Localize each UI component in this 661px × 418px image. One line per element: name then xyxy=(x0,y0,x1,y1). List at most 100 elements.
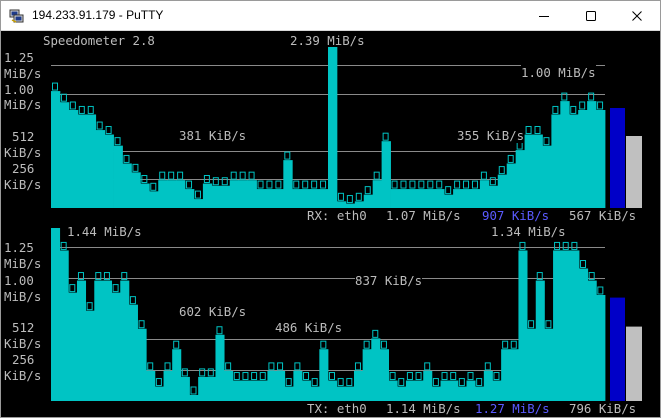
tx-current-rate: 1.14 MiB/s xyxy=(386,401,461,416)
rx-bar xyxy=(247,180,257,208)
tx-bar xyxy=(570,250,580,401)
rx-peak-marker xyxy=(373,171,380,180)
tx-peak-marker xyxy=(329,372,335,381)
tx-peak-marker xyxy=(571,241,578,250)
rx-bar xyxy=(310,189,320,208)
rx-peak-marker xyxy=(409,180,416,189)
tx-bar xyxy=(405,380,415,401)
rx-bar xyxy=(408,189,418,208)
tx-peak-marker xyxy=(199,368,206,377)
rx-scale-1-value: 1.25 xyxy=(4,50,34,65)
rx-peak-marker xyxy=(284,151,291,160)
tx-peak-marker xyxy=(554,241,561,250)
tx-peak-marker xyxy=(493,372,500,381)
putty-icon[interactable] xyxy=(9,8,25,24)
tx-peak-marker xyxy=(406,372,413,381)
tx-bar xyxy=(102,280,112,401)
title-bar[interactable]: 194.233.91.179 - PuTTY xyxy=(1,1,660,31)
tx-scale-1-value: 1.25 xyxy=(4,240,34,255)
tx-status-label: TX: eth0 xyxy=(307,401,367,416)
rx-peak-marker xyxy=(186,180,193,189)
rx-peak-marker xyxy=(346,195,353,204)
tx-annotation-center: 486 KiB/s xyxy=(275,320,343,335)
tx-bar xyxy=(198,376,208,401)
tx-bar xyxy=(215,334,225,401)
tx-bar xyxy=(544,328,554,401)
rx-bar xyxy=(515,150,525,208)
rx-bar xyxy=(211,185,222,208)
tx-peak-marker xyxy=(164,362,171,371)
rx-scale-3-value: 512 xyxy=(12,129,35,144)
tx-peak-marker xyxy=(216,326,223,335)
tx-peak-marker xyxy=(112,284,119,293)
rx-peak-marker xyxy=(418,180,425,189)
rx-bar xyxy=(578,110,588,208)
tx-average-rate: 1.27 MiB/s xyxy=(475,401,550,416)
rx-peak-marker xyxy=(311,180,318,189)
tx-peak-marker xyxy=(207,368,214,377)
rx-bar xyxy=(399,189,409,208)
tx-peak-marker xyxy=(242,372,249,381)
tx-bar xyxy=(596,295,606,401)
close-icon xyxy=(632,11,642,21)
tx-peak-marker xyxy=(346,378,353,387)
tx-bar xyxy=(535,280,545,401)
tx-bar xyxy=(267,370,277,401)
rx-scale-1-unit: MiB/s xyxy=(4,66,42,81)
rx-bar xyxy=(488,185,499,208)
tx-bar xyxy=(440,380,450,401)
rx-bar xyxy=(319,189,329,208)
rx-bar xyxy=(59,102,70,208)
rx-peak-marker xyxy=(230,171,237,180)
tx-bar xyxy=(379,349,389,401)
rx-bar xyxy=(86,114,97,208)
tx-bar xyxy=(371,338,381,401)
tx-peak-marker xyxy=(294,362,301,371)
rx-bar xyxy=(51,91,61,208)
rx-peak-marker xyxy=(427,180,434,189)
tx-peak-marker xyxy=(173,340,180,349)
putty-window: 194.233.91.179 - PuTTY Speedometer 2.8 2… xyxy=(0,0,661,418)
rx-scale-4-unit: KiB/s xyxy=(4,177,42,192)
tx-bar xyxy=(328,380,338,401)
tx-peak-marker xyxy=(259,372,266,381)
rx-bar xyxy=(104,134,114,208)
rx-bar xyxy=(372,180,383,208)
peak-rate: 2.39 MiB/s xyxy=(290,33,365,48)
terminal-area[interactable]: Speedometer 2.8 2.39 MiB/s 1.25 MiB/s 1.… xyxy=(1,31,660,417)
tx-peak-marker xyxy=(484,362,491,371)
tx-peak-marker xyxy=(415,372,422,381)
rx-peak-marker xyxy=(239,171,246,180)
tx-scale-2-unit: MiB/s xyxy=(4,289,42,304)
rx-bar xyxy=(158,180,168,208)
tx-scale-1-unit: MiB/s xyxy=(4,256,42,271)
rx-bar xyxy=(301,189,311,208)
tx-bar xyxy=(431,386,441,401)
rx-bar xyxy=(587,101,597,208)
rx-peak-marker xyxy=(123,154,130,163)
minimize-button[interactable] xyxy=(521,1,567,31)
tx-peak-marker xyxy=(450,372,457,381)
maximize-button[interactable] xyxy=(568,1,614,31)
rx-peak-marker xyxy=(248,171,255,180)
rx-peak-marker xyxy=(257,180,264,189)
rx-bar xyxy=(336,201,347,208)
tx-bar xyxy=(111,292,121,401)
rx-bar xyxy=(444,194,454,208)
close-button[interactable] xyxy=(614,1,660,31)
rx-bar xyxy=(560,101,570,208)
rx-bar xyxy=(542,145,552,208)
rx-bar xyxy=(131,172,141,208)
rx-annotation-top: 1.00 MiB/s xyxy=(521,65,596,80)
tx-peak-marker xyxy=(545,320,552,329)
tx-peak-marker xyxy=(147,362,154,371)
tx-peak-marker xyxy=(337,378,344,387)
rx-current-rate: 1.07 MiB/s xyxy=(386,208,461,223)
tx-scale-2-value: 1.00 xyxy=(4,273,34,288)
rx-bar xyxy=(292,189,302,208)
minimize-icon xyxy=(539,16,549,17)
tx-bar xyxy=(501,349,511,401)
tx-peak-marker xyxy=(398,378,405,387)
rx-peak-marker xyxy=(266,180,273,189)
tx-bar xyxy=(154,386,164,401)
